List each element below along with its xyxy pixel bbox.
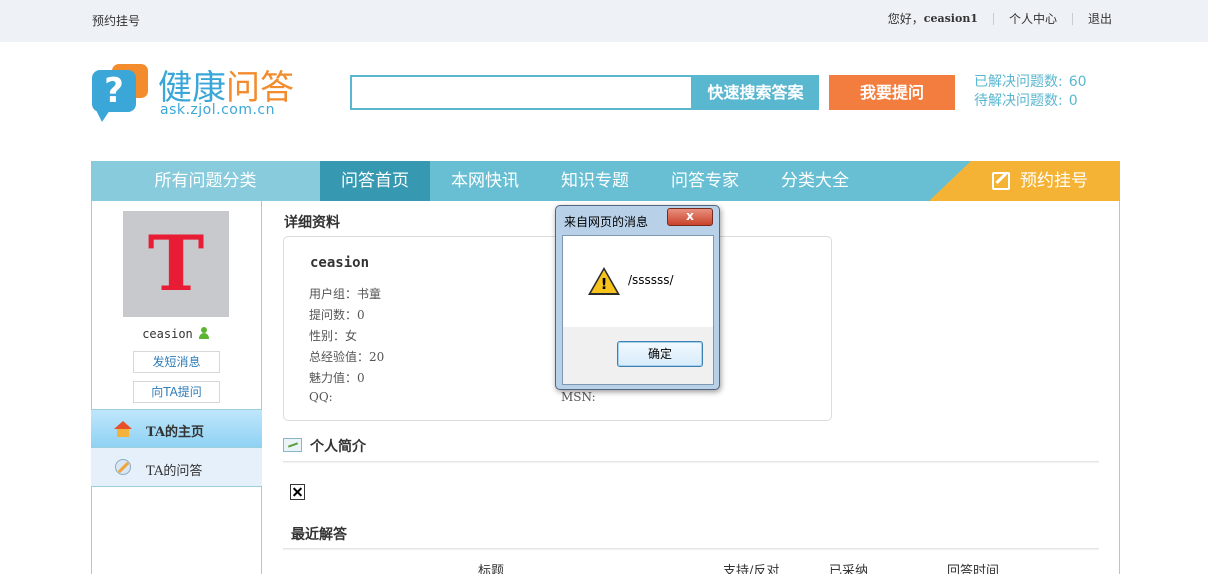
user-menu: 您好， ceasion1 个人中心 退出 [888, 10, 1112, 27]
user-sidebar: T ceasion 发短消息 向TA提问 TA的主页 TA的问答 [91, 201, 262, 574]
logo-domain: ask.zjol.com.cn [160, 102, 275, 118]
solved-count: 60 [1068, 74, 1087, 90]
all-categories-menu[interactable]: 所有问题分类 [91, 161, 320, 201]
sidebar-item-answers[interactable]: TA的问答 [91, 448, 262, 487]
sidebar-item-label: TA的主页 [146, 425, 205, 440]
search-button[interactable]: 快速搜索答案 [692, 75, 819, 110]
user-icon [198, 327, 211, 339]
column-header-accepted: 已采纳 [829, 564, 869, 574]
profile-gender: 性别：女 [309, 329, 358, 343]
column-header-title: 标题 [478, 564, 505, 574]
broken-image-icon [290, 484, 305, 500]
profile-msn: MSN: [561, 390, 596, 404]
profile-charm: 魅力值：0 [309, 371, 365, 385]
pending-stat: 待解决问题数: 0 [974, 92, 1087, 111]
sidebar-username: ceasion [91, 327, 262, 341]
dialog-title: 来自网页的消息 [564, 215, 649, 229]
avatar[interactable]: T [123, 211, 229, 317]
column-header-votes: 支持/反对 [723, 564, 780, 574]
solved-stat: 已解决问题数: 60 [974, 73, 1087, 92]
recent-section-title: 最近解答 [291, 527, 347, 543]
register-appointment-button[interactable]: 预约挂号 [929, 161, 1120, 201]
profile-total-exp: 总经验值：20 [309, 350, 385, 364]
home-icon [114, 421, 132, 437]
close-button[interactable]: x [667, 208, 713, 226]
ok-button[interactable]: 确定 [617, 341, 703, 367]
main-nav: 所有问题分类 问答首页 本网快讯 知识专题 问答专家 分类大全 预约挂号 [91, 161, 1120, 201]
intro-section-title: 个人简介 [310, 439, 366, 455]
pencil-icon [115, 459, 131, 475]
edit-icon [992, 172, 1010, 190]
question-stats: 已解决问题数: 60 待解决问题数: 0 [974, 73, 1087, 111]
pending-count: 0 [1068, 93, 1078, 109]
nav-item-experts[interactable]: 问答专家 [650, 161, 760, 201]
pending-label: 待解决问题数: [974, 93, 1063, 109]
profile-question-count: 提问数：0 [309, 308, 365, 322]
ask-ta-button[interactable]: 向TA提问 [133, 381, 220, 403]
nav-item-home[interactable]: 问答首页 [320, 161, 430, 201]
register-label: 预约挂号 [1020, 171, 1088, 191]
current-username[interactable]: ceasion1 [924, 12, 978, 25]
search-input[interactable] [350, 75, 693, 110]
profile-qq: QQ: [309, 390, 333, 404]
solved-label: 已解决问题数: [974, 74, 1063, 90]
profile-name: ceasion [310, 255, 370, 271]
greeting-text: 您好， [887, 12, 924, 26]
personal-center-link[interactable]: 个人中心 [1009, 10, 1057, 27]
alert-dialog: 来自网页的消息 x ! /ssssss/ 确定 [555, 205, 720, 390]
profile-user-group: 用户组：书童 [309, 287, 382, 301]
logout-link[interactable]: 退出 [1088, 10, 1112, 27]
nav-item-all-categories[interactable]: 分类大全 [760, 161, 870, 201]
sidebar-item-home[interactable]: TA的主页 [91, 409, 262, 448]
divider [1071, 12, 1073, 25]
column-header-time: 回答时间 [947, 564, 1000, 574]
nav-item-news[interactable]: 本网快讯 [430, 161, 540, 201]
send-message-button[interactable]: 发短消息 [133, 351, 220, 373]
intro-icon [283, 438, 302, 452]
dialog-body: ! /ssssss/ 确定 [562, 235, 714, 385]
question-mark-icon: ? [104, 71, 124, 111]
site-logo[interactable]: ? 健康问答 ask.zjol.com.cn [90, 62, 330, 124]
warning-icon: ! [588, 267, 620, 297]
ask-question-button[interactable]: 我要提问 [829, 75, 955, 110]
divider [992, 12, 994, 25]
sidebar-username-text: ceasion [142, 327, 193, 341]
nav-item-topics[interactable]: 知识专题 [540, 161, 650, 201]
appointment-link[interactable]: 预约挂号 [92, 12, 140, 29]
profile-section-title: 详细资料 [284, 215, 340, 231]
sidebar-item-label: TA的问答 [146, 464, 203, 479]
divider [283, 548, 1099, 549]
top-bar: 预约挂号 您好， ceasion1 个人中心 退出 [0, 0, 1208, 42]
avatar-letter: T [147, 219, 205, 308]
dialog-message: /ssssss/ [628, 273, 674, 287]
divider [283, 461, 1099, 462]
dialog-message-area: ! /ssssss/ [563, 236, 713, 327]
